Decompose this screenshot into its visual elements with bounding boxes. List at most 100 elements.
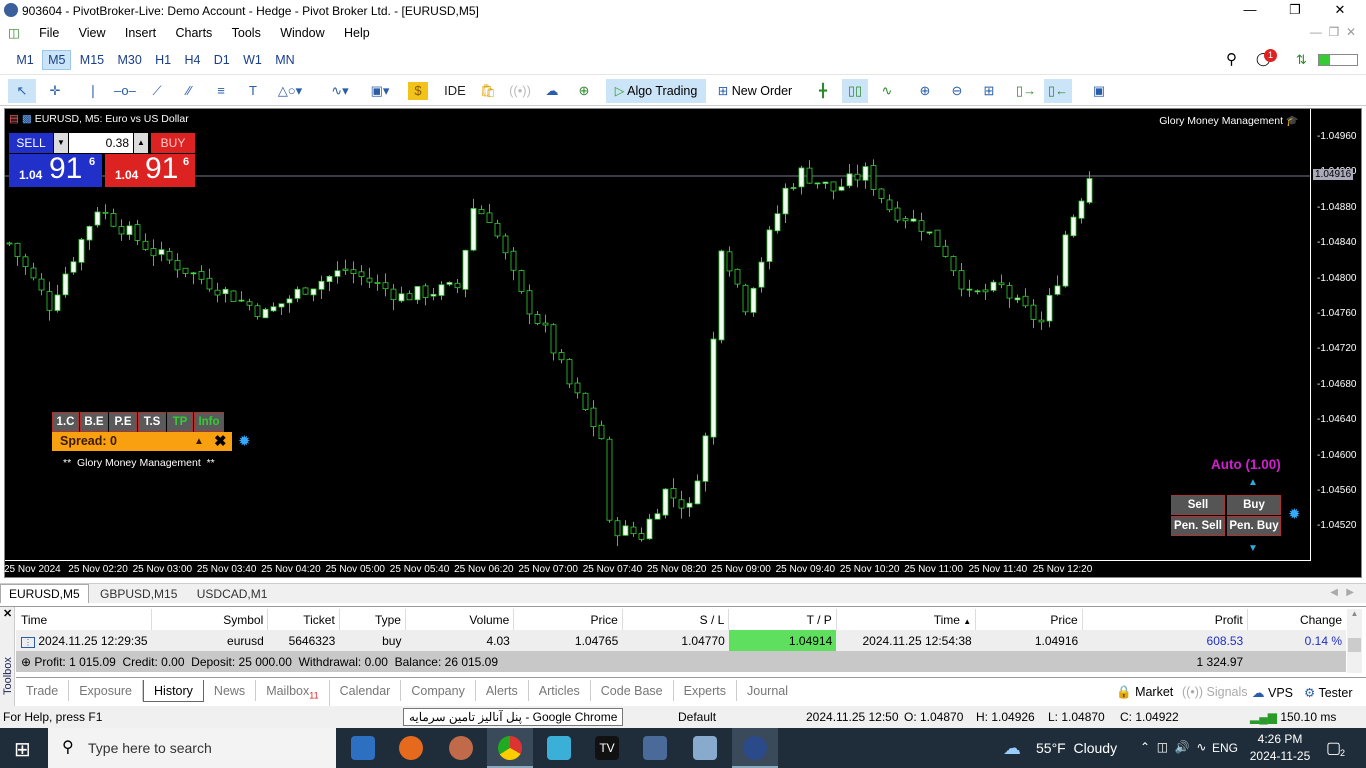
- table-scrollbar[interactable]: ▲: [1347, 609, 1362, 673]
- cursor-icon[interactable]: ↖: [8, 79, 36, 103]
- menu-insert[interactable]: Insert: [117, 23, 164, 43]
- search-icon[interactable]: ⚲: [1226, 50, 1237, 68]
- panel-buy-button[interactable]: Buy: [1227, 495, 1281, 515]
- tab-calendar[interactable]: Calendar: [330, 680, 402, 701]
- chart-tab-eurusd[interactable]: EURUSD,M5: [0, 584, 89, 603]
- chart-tab-usdcad[interactable]: USDCAD,M1: [189, 585, 276, 603]
- chart-template-icon[interactable]: ▣▾: [362, 79, 398, 103]
- tf-d1[interactable]: D1: [209, 51, 235, 69]
- col-close-price[interactable]: Price: [975, 609, 1083, 630]
- expand-icon[interactable]: ⊕: [21, 655, 31, 669]
- close-all-button[interactable]: 1.C: [52, 412, 79, 432]
- buy-price[interactable]: 1.04 91 6: [105, 152, 195, 187]
- zoom-out-icon[interactable]: ⊖: [944, 79, 970, 103]
- signals-link[interactable]: ((•)) Signals: [1182, 685, 1248, 699]
- weather-text[interactable]: 55°F Cloudy: [1036, 740, 1117, 756]
- chart-shift-icon[interactable]: ▯←: [1044, 79, 1072, 103]
- signals-icon[interactable]: ((•)): [508, 79, 532, 103]
- col-ticket[interactable]: Ticket: [267, 609, 340, 630]
- sell-price[interactable]: 1.04 91 6: [9, 152, 102, 187]
- chart-window[interactable]: 25 Nov 2024 25 Nov 02:20 25 Nov 03:00 25 No…: [4, 108, 1362, 578]
- volume-up-button[interactable]: ▲: [134, 133, 148, 153]
- tray-icons[interactable]: ⌃ ◫ 🔊 ∿: [1140, 740, 1206, 754]
- vps-link[interactable]: ☁ VPS: [1252, 685, 1293, 700]
- partial-exit-button[interactable]: P.E: [109, 412, 137, 432]
- tf-h1[interactable]: H1: [150, 51, 176, 69]
- autoscroll-icon[interactable]: ▯→: [1012, 79, 1040, 103]
- bar-chart-icon[interactable]: ╋: [810, 79, 836, 103]
- market-link[interactable]: 🔒 Market: [1116, 685, 1173, 700]
- screenshot-icon[interactable]: ▣: [1086, 79, 1112, 103]
- tf-w1[interactable]: W1: [238, 51, 267, 69]
- line-chart-icon[interactable]: ∿: [874, 79, 900, 103]
- text-icon[interactable]: T: [240, 79, 266, 103]
- tab-experts[interactable]: Experts: [674, 680, 738, 701]
- sell-button[interactable]: SELL: [9, 133, 53, 153]
- status-profile[interactable]: Default: [678, 710, 716, 724]
- trailing-stop-button[interactable]: T.S: [138, 412, 166, 432]
- col-symbol[interactable]: Symbol: [151, 609, 269, 630]
- close-panel-icon[interactable]: ✖: [214, 432, 227, 451]
- lot-down-arrow[interactable]: ▼: [1248, 543, 1258, 554]
- app-icon-5[interactable]: [547, 736, 571, 760]
- tester-link[interactable]: ⚙ Tester: [1304, 685, 1353, 700]
- app-icon-7[interactable]: [643, 736, 667, 760]
- col-type[interactable]: Type: [339, 609, 406, 630]
- volume-input[interactable]: 0.38: [69, 133, 133, 153]
- col-tp[interactable]: T / P: [728, 609, 837, 630]
- candlestick-icon[interactable]: ▯▯: [842, 79, 868, 103]
- crosshair-icon[interactable]: ✛: [42, 79, 68, 103]
- col-close-time[interactable]: Time ▲: [836, 609, 977, 630]
- tab-journal[interactable]: Journal: [737, 680, 798, 701]
- tile-windows-icon[interactable]: ⊞: [976, 79, 1002, 103]
- market-bag-icon[interactable]: 🛍: [478, 79, 498, 103]
- mdi-icon[interactable]: ◫: [0, 22, 28, 43]
- zoom-in-icon[interactable]: ⊕: [912, 79, 938, 103]
- metatrader-taskbar-item[interactable]: [732, 728, 778, 768]
- tab-trade[interactable]: Trade: [16, 680, 70, 701]
- connection-status[interactable]: ▂▄▆ 150.10 ms: [1250, 710, 1336, 724]
- menu-file[interactable]: File: [31, 23, 67, 43]
- col-change[interactable]: Change: [1247, 609, 1346, 630]
- algo-trading-button[interactable]: ▷ Algo Trading: [606, 79, 706, 103]
- add-account-icon[interactable]: ⊕: [572, 79, 596, 103]
- minimize-button[interactable]: —: [1230, 2, 1270, 17]
- tab-scroll-arrows[interactable]: ◀ ▶: [1330, 587, 1354, 598]
- dollar-icon[interactable]: $: [408, 82, 428, 100]
- lot-up-arrow[interactable]: ▲: [1248, 477, 1258, 488]
- tab-articles[interactable]: Articles: [529, 680, 591, 701]
- shapes-icon[interactable]: △○▾: [272, 79, 308, 103]
- ide-button[interactable]: IDE: [440, 79, 470, 103]
- menu-tools[interactable]: Tools: [224, 23, 269, 43]
- toolbox-close-icon[interactable]: ✕: [3, 607, 12, 620]
- chart-menu-icon[interactable]: ▤: [9, 113, 19, 125]
- col-price[interactable]: Price: [513, 609, 623, 630]
- chart-tab-gbpusd[interactable]: GBPUSD,M15: [92, 585, 185, 603]
- app-icon-8[interactable]: [693, 736, 717, 760]
- chrome-taskbar-item[interactable]: [487, 728, 533, 768]
- tf-m30[interactable]: M30: [112, 51, 146, 69]
- col-profit[interactable]: Profit: [1082, 609, 1248, 630]
- col-volume[interactable]: Volume: [405, 609, 515, 630]
- tab-company[interactable]: Company: [401, 680, 476, 701]
- buy-button[interactable]: BUY: [151, 133, 195, 153]
- collapse-arrow-icon[interactable]: ▲: [194, 432, 204, 451]
- break-even-button[interactable]: B.E: [80, 412, 108, 432]
- new-order-button[interactable]: ⊞ New Order: [712, 79, 798, 103]
- horizontal-line-icon[interactable]: –o–: [112, 79, 138, 103]
- calculator-icon[interactable]: [351, 736, 375, 760]
- signal-icon[interactable]: ⇅: [1296, 52, 1307, 68]
- tab-mailbox[interactable]: Mailbox11: [256, 680, 330, 706]
- close-button[interactable]: ✕: [1320, 2, 1360, 18]
- tp-button[interactable]: TP: [167, 412, 193, 432]
- restore-button[interactable]: ❐: [1275, 2, 1315, 18]
- windows-start-icon[interactable]: ⊞: [14, 737, 31, 762]
- notifications-icon[interactable]: ▢: [1326, 738, 1341, 758]
- table-row[interactable]: ⋮ 2024.11.25 12:29:35 eurusd 5646323 buy…: [16, 630, 1346, 651]
- clock-time[interactable]: 4:26 PM: [1250, 732, 1310, 746]
- tab-history[interactable]: History: [143, 680, 204, 702]
- tab-news[interactable]: News: [204, 680, 257, 701]
- tab-exposure[interactable]: Exposure: [69, 680, 144, 701]
- menu-window[interactable]: Window: [272, 23, 332, 43]
- pending-buy-button[interactable]: Pen. Buy: [1227, 516, 1281, 536]
